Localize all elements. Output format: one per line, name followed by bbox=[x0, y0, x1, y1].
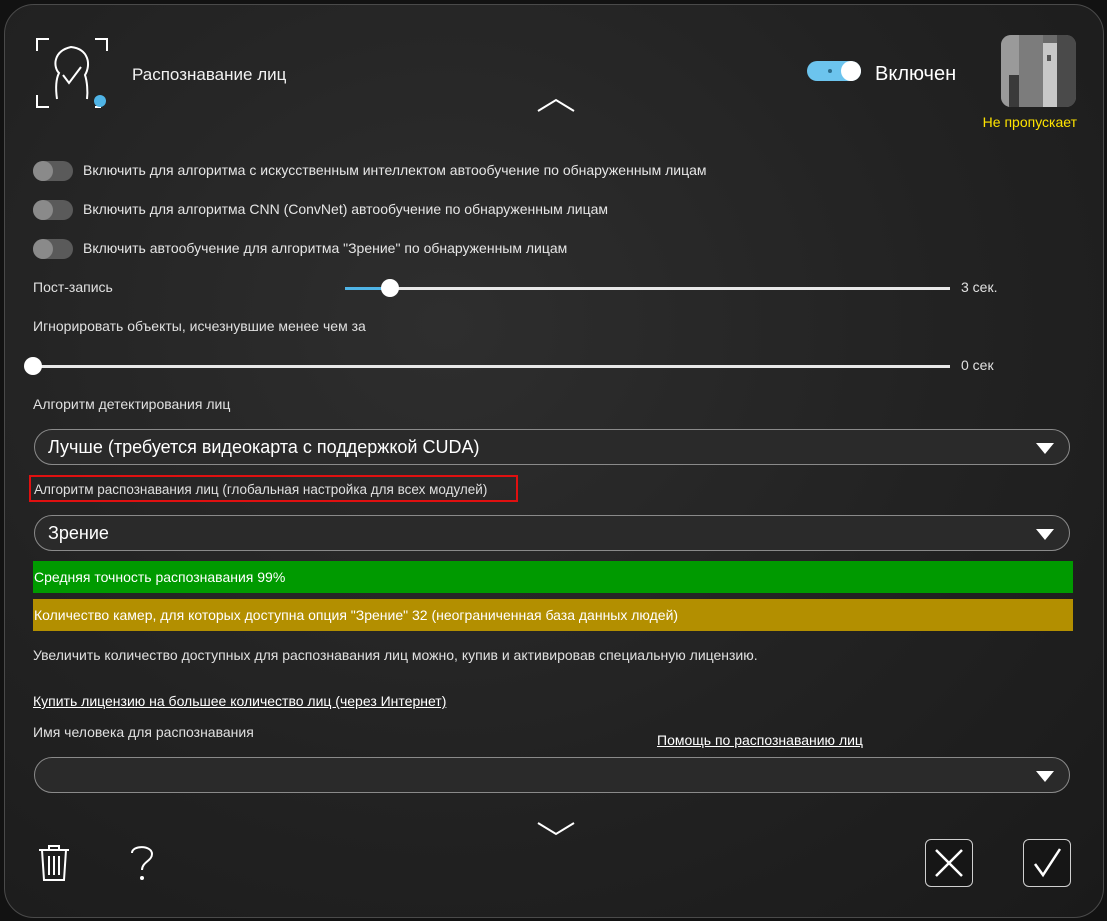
license-note: Увеличить количество доступных для распо… bbox=[33, 647, 758, 663]
chevron-down-icon[interactable] bbox=[536, 821, 576, 842]
camera-thumbnail[interactable] bbox=[1001, 35, 1076, 107]
face-recognition-icon bbox=[35, 37, 109, 109]
enabled-toggle[interactable] bbox=[807, 61, 861, 81]
toggle-knob bbox=[841, 61, 861, 81]
accuracy-info-text: Средняя точность распознавания 99% bbox=[34, 569, 286, 585]
ignore-objects-value: 0 сек bbox=[961, 357, 994, 373]
cnn-autolearn-toggle[interactable] bbox=[33, 200, 73, 220]
chevron-up-icon[interactable] bbox=[536, 97, 576, 118]
dropdown-arrow-icon bbox=[1036, 443, 1054, 454]
ignore-objects-label: Игнорировать объекты, исчезнувшие менее … bbox=[33, 318, 366, 334]
post-record-value: 3 сек. bbox=[961, 279, 998, 295]
buy-license-link[interactable]: Купить лицензию на большее количество ли… bbox=[33, 693, 446, 709]
dropdown-arrow-icon bbox=[1036, 529, 1054, 540]
vision-autolearn-toggle[interactable] bbox=[33, 239, 73, 259]
confirm-button[interactable] bbox=[1023, 839, 1071, 887]
dropdown-arrow-icon bbox=[1036, 771, 1054, 782]
face-recognition-panel: Распознавание лиц Включен Не пропускает … bbox=[4, 4, 1104, 918]
ignore-objects-slider-knob[interactable] bbox=[24, 357, 42, 375]
recognition-algorithm-label: Алгоритм распознавания лиц (глобальная н… bbox=[34, 482, 488, 497]
toggle-indicator-dot bbox=[828, 69, 832, 73]
accuracy-info-bar: Средняя точность распознавания 99% bbox=[33, 561, 1073, 593]
detection-algorithm-value: Лучше (требуется видеокарта с поддержкой… bbox=[48, 437, 480, 457]
cancel-button[interactable] bbox=[925, 839, 973, 887]
help-question-icon[interactable] bbox=[129, 843, 155, 888]
cameras-info-text: Количество камер, для которых доступна о… bbox=[34, 607, 679, 623]
ignore-objects-slider-track[interactable] bbox=[33, 365, 950, 368]
toggle-knob bbox=[33, 200, 53, 220]
person-name-select[interactable] bbox=[34, 757, 1070, 793]
post-record-slider-knob[interactable] bbox=[381, 279, 399, 297]
post-record-slider-track[interactable] bbox=[345, 287, 950, 290]
person-name-label: Имя человека для распознавания bbox=[33, 724, 254, 740]
toggle-knob bbox=[33, 161, 53, 181]
trash-icon[interactable] bbox=[37, 843, 71, 888]
vision-autolearn-label: Включить автообучение для алгоритма "Зре… bbox=[83, 240, 568, 256]
ai-autolearn-label: Включить для алгоритма с искусственным и… bbox=[83, 162, 707, 178]
checkmark-icon bbox=[1033, 848, 1062, 878]
recognition-algorithm-select[interactable]: Зрение bbox=[34, 515, 1070, 551]
page-title: Распознавание лиц bbox=[132, 65, 287, 84]
close-icon bbox=[935, 849, 963, 877]
detection-algorithm-select[interactable]: Лучше (требуется видеокарта с поддержкой… bbox=[34, 429, 1070, 465]
cnn-autolearn-label: Включить для алгоритма CNN (ConvNet) авт… bbox=[83, 201, 608, 217]
camera-status-text: Не пропускает bbox=[982, 114, 1077, 130]
ai-autolearn-toggle[interactable] bbox=[33, 161, 73, 181]
recognition-algorithm-value: Зрение bbox=[48, 523, 109, 543]
detection-algorithm-label: Алгоритм детектирования лиц bbox=[33, 396, 231, 412]
toggle-knob bbox=[33, 239, 53, 259]
cameras-info-bar: Количество камер, для которых доступна о… bbox=[33, 599, 1073, 631]
enabled-label: Включен bbox=[875, 63, 957, 85]
help-link[interactable]: Помощь по распознаванию лиц bbox=[657, 732, 863, 748]
post-record-label: Пост-запись bbox=[33, 279, 113, 295]
